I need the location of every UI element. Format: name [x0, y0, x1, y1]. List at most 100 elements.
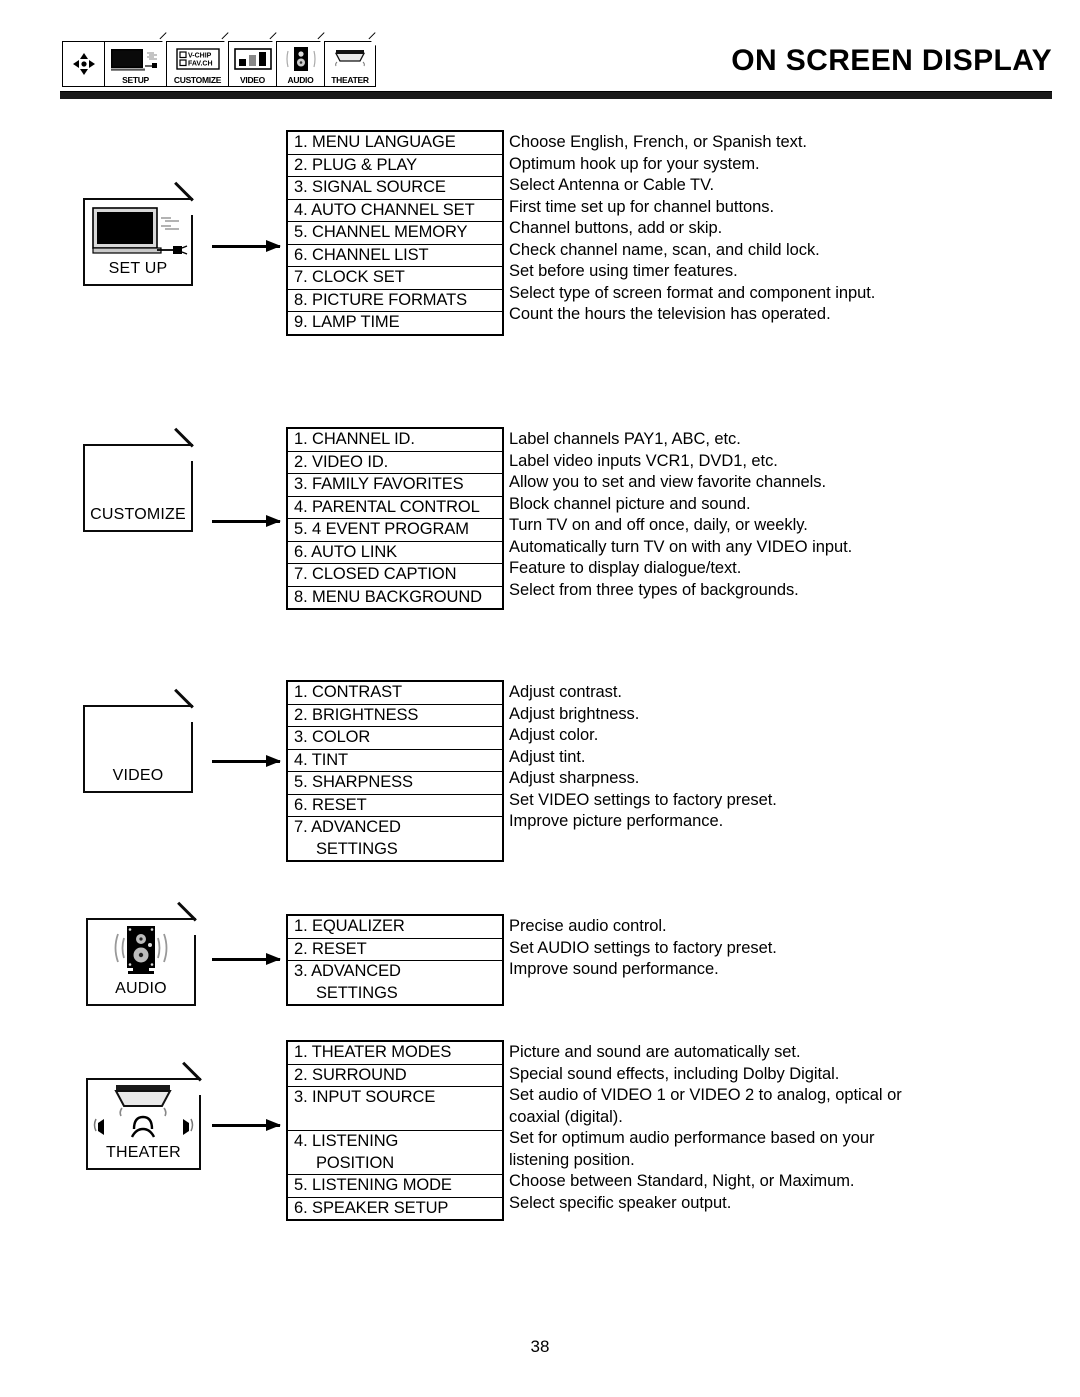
desc-text: Select Antenna or Cable TV.	[509, 176, 715, 194]
menu-item-label: 6. SPEAKER SETUP	[294, 1198, 449, 1217]
menu-item-label: 2. RESET	[294, 939, 367, 958]
menu-row[interactable]: 6. CHANNEL LIST	[288, 245, 502, 267]
menu-row[interactable]: 3. INPUT SOURCE	[288, 1087, 502, 1131]
strip-cell-setup[interactable]: SETUP	[104, 41, 166, 87]
tile-theater[interactable]: THEATER	[86, 1061, 202, 1170]
menu-row[interactable]: 4. PARENTAL CONTROL	[288, 497, 502, 519]
tile-label-setup: SET UP	[108, 260, 168, 277]
desc-row: Set before using timer features.	[509, 261, 875, 283]
menu-row[interactable]: 8. PICTURE FORMATS	[288, 290, 502, 312]
menu-row[interactable]: 7. CLOCK SET	[288, 267, 502, 290]
menu-row[interactable]: 7. CLOSED CAPTION	[288, 564, 502, 587]
menu-item-label: 3. COLOR	[294, 728, 371, 746]
desc-row: Improve picture performance.	[509, 811, 777, 833]
menu-item-label-cont: SETTINGS	[316, 839, 398, 858]
menu-row[interactable]: 3. ADVANCED SETTINGS	[288, 961, 502, 1004]
strip-cell-video[interactable]: VIDEO	[228, 41, 276, 87]
desc-row: Picture and sound are automatically set.	[509, 1042, 902, 1064]
menu-row[interactable]: 8. MENU BACKGROUND	[288, 587, 502, 609]
menu-row[interactable]: 3. COLOR	[288, 727, 502, 750]
tile-audio[interactable]: AUDIO	[86, 901, 197, 1006]
menu-row[interactable]: 5. 4 EVENT PROGRAM	[288, 519, 502, 542]
desc-text: Adjust contrast.	[509, 683, 622, 701]
menu-row[interactable]: 9. LAMP TIME	[288, 312, 502, 334]
desc-text: Turn TV on and off once, daily, or weekl…	[509, 516, 808, 534]
menu-row[interactable]: 2. VIDEO ID.	[288, 452, 502, 474]
desc-row: Check channel name, scan, and child lock…	[509, 240, 875, 262]
desc-text: Adjust tint.	[509, 747, 586, 766]
strip-cell-customize[interactable]: V-CHIP FAV.CH CUSTOMIZE	[166, 41, 228, 87]
desc-text: Set audio of VIDEO 1 or VIDEO 2 to analo…	[509, 1086, 902, 1104]
menu-item-label-cont: POSITION	[316, 1153, 395, 1172]
menu-row[interactable]: 2. SURROUND	[288, 1065, 502, 1087]
desc-row: Improve sound performance.	[509, 959, 777, 981]
menu-item-label: 8. PICTURE FORMATS	[294, 290, 467, 309]
menu-row[interactable]: 2. BRIGHTNESS	[288, 705, 502, 727]
menu-item-label: 8. MENU BACKGROUND	[294, 587, 482, 606]
desc-list-audio: Precise audio control. Set AUDIO setting…	[509, 916, 777, 981]
tile-video[interactable]: VIDEO	[83, 688, 194, 793]
desc-row: Adjust brightness.	[509, 704, 777, 726]
strip-cell-theater[interactable]: THEATER	[324, 41, 376, 87]
desc-row: Set AUDIO settings to factory preset.	[509, 938, 777, 960]
desc-text: Picture and sound are automatically set.	[509, 1043, 801, 1061]
desc-row: Precise audio control.	[509, 916, 777, 938]
strip-label-customize: CUSTOMIZE	[173, 75, 222, 85]
menu-row[interactable]: 6. AUTO LINK	[288, 542, 502, 564]
menu-row[interactable]: 2. PLUG & PLAY	[288, 155, 502, 177]
menu-row[interactable]: 7. ADVANCED SETTINGS	[288, 817, 502, 860]
menu-row[interactable]: 3. SIGNAL SOURCE	[288, 177, 502, 200]
menu-item-label: 2. SURROUND	[294, 1065, 407, 1084]
menu-row[interactable]: 6. SPEAKER SETUP	[288, 1198, 502, 1220]
desc-text: Improve picture performance.	[509, 812, 724, 830]
menu-row[interactable]: 1. EQUALIZER	[288, 916, 502, 939]
menu-item-label: 9. LAMP TIME	[294, 313, 400, 331]
desc-text: Set VIDEO settings to factory preset.	[509, 790, 777, 809]
menu-item-label: 7. CLOCK SET	[294, 268, 405, 286]
menu-box-customize: 1. CHANNEL ID. 2. VIDEO ID. 3. FAMILY FA…	[286, 427, 504, 610]
menu-item-label: 3. FAMILY FAVORITES	[294, 475, 464, 493]
menu-row[interactable]: 4. LISTENING POSITION	[288, 1131, 502, 1175]
dpad-icon	[63, 42, 104, 86]
desc-text: Automatically turn TV on with any VIDEO …	[509, 537, 853, 556]
desc-text: Select specific speaker output.	[509, 1193, 732, 1212]
menu-item-label: 1. EQUALIZER	[294, 917, 405, 935]
menu-item-label: 7. ADVANCED	[294, 818, 401, 836]
desc-list-theater: Picture and sound are automatically set.…	[509, 1042, 902, 1214]
desc-row: Adjust tint.	[509, 747, 777, 769]
tile-label-customize: CUSTOMIZE	[90, 506, 186, 523]
desc-row: coaxial (digital).	[509, 1107, 902, 1129]
menu-row[interactable]: 1. CONTRAST	[288, 682, 502, 705]
desc-list-setup: Choose English, French, or Spanish text.…	[509, 132, 875, 326]
menu-row[interactable]: 2. RESET	[288, 939, 502, 961]
menu-row[interactable]: 3. FAMILY FAVORITES	[288, 474, 502, 497]
menu-box-audio: 1. EQUALIZER 2. RESET 3. ADVANCED SETTIN…	[286, 914, 504, 1006]
menu-item-label-spacer	[288, 1109, 502, 1131]
menu-row[interactable]: 4. TINT	[288, 750, 502, 772]
tile-setup[interactable]: SET UP	[83, 181, 194, 286]
speaker-icon	[88, 916, 194, 980]
desc-text: Block channel picture and sound.	[509, 494, 751, 513]
menu-box-setup: 1. MENU LANGUAGE 2. PLUG & PLAY 3. SIGNA…	[286, 130, 504, 336]
menu-row[interactable]: 5. LISTENING MODE	[288, 1175, 502, 1198]
menu-box-theater: 1. THEATER MODES 2. SURROUND 3. INPUT SO…	[286, 1040, 504, 1221]
menu-row[interactable]: 1. MENU LANGUAGE	[288, 132, 502, 155]
menu-row[interactable]: 5. CHANNEL MEMORY	[288, 222, 502, 245]
desc-row: Select type of screen format and compone…	[509, 283, 875, 305]
menu-row[interactable]: 6. RESET	[288, 795, 502, 817]
menu-row[interactable]: 1. THEATER MODES	[288, 1042, 502, 1065]
desc-text: Feature to display dialogue/text.	[509, 559, 742, 577]
menu-row[interactable]: 4. AUTO CHANNEL SET	[288, 200, 502, 222]
menu-row[interactable]: 5. SHARPNESS	[288, 772, 502, 795]
tile-customize[interactable]: CUSTOMIZE	[83, 427, 194, 532]
desc-row: Automatically turn TV on with any VIDEO …	[509, 537, 852, 559]
menu-item-label: 4. PARENTAL CONTROL	[294, 497, 480, 516]
menu-item-label: 3. SIGNAL SOURCE	[294, 178, 446, 196]
menu-item-label: 4. LISTENING	[294, 1132, 399, 1150]
desc-row: Select specific speaker output.	[509, 1193, 902, 1215]
strip-cell-audio[interactable]: AUDIO	[276, 41, 324, 87]
desc-row: Adjust color.	[509, 725, 777, 747]
menu-row[interactable]: 1. CHANNEL ID.	[288, 429, 502, 452]
desc-row: Turn TV on and off once, daily, or weekl…	[509, 515, 852, 537]
menu-item-label-cont: SETTINGS	[316, 983, 398, 1002]
